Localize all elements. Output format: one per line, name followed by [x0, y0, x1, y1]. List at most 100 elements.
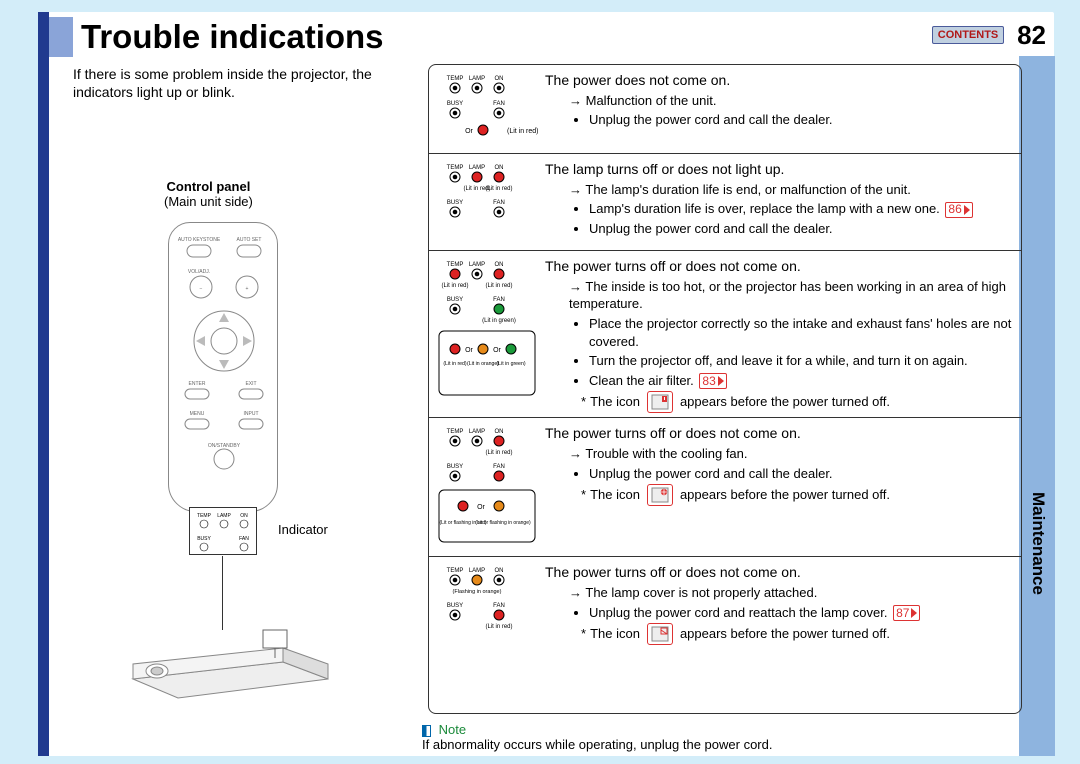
- svg-text:BUSY: BUSY: [447, 603, 463, 609]
- svg-text:VOL/ADJ.: VOL/ADJ.: [188, 269, 210, 275]
- svg-text:EXIT: EXIT: [245, 381, 256, 387]
- indicator-pattern: TEMP LAMP ON (Lit in red) BUSY FAN Or (L…: [433, 422, 541, 552]
- svg-text:(Lit in green): (Lit in green): [496, 361, 525, 367]
- svg-text:FAN: FAN: [493, 101, 505, 107]
- page-number: 82: [1017, 20, 1046, 51]
- trouble-cause: The lamp's duration life is end, or malf…: [545, 181, 1013, 199]
- trouble-action: Place the projector correctly so the int…: [589, 315, 1013, 350]
- svg-text:(Lit in red): (Lit in red): [443, 361, 467, 367]
- svg-text:LAMP: LAMP: [217, 513, 231, 519]
- side-tab-label: Maintenance: [1028, 492, 1048, 595]
- left-stripe: [38, 12, 49, 756]
- svg-text:LAMP: LAMP: [469, 262, 485, 268]
- svg-text:INPUT: INPUT: [244, 411, 259, 417]
- contents-button[interactable]: CONTENTS: [932, 26, 1004, 44]
- trouble-title: The power turns off or does not come on.: [545, 424, 1013, 443]
- svg-text:BUSY: BUSY: [197, 536, 211, 542]
- svg-text:ON: ON: [240, 513, 248, 519]
- svg-text:−: −: [200, 286, 203, 292]
- trouble-action: Unplug the power cord and call the deale…: [589, 220, 1013, 238]
- intro-text: If there is some problem inside the proj…: [73, 66, 403, 101]
- trouble-action: Unplug the power cord and call the deale…: [589, 465, 1013, 483]
- note-marker-icon: [422, 725, 431, 737]
- svg-text:ON/STANDBY: ON/STANDBY: [208, 443, 241, 449]
- svg-text:Or: Or: [465, 347, 473, 354]
- svg-text:ON: ON: [495, 76, 504, 82]
- page-link-83[interactable]: 83: [699, 373, 726, 389]
- trouble-description: The power turns off or does not come on.…: [541, 255, 1013, 413]
- svg-text:ON: ON: [495, 262, 504, 268]
- svg-text:(Flashing in orange): (Flashing in orange): [453, 589, 502, 595]
- indicator-box: TEMP LAMP ON BUSY FAN: [189, 507, 257, 555]
- svg-text:TEMP: TEMP: [447, 165, 464, 171]
- svg-text:FAN: FAN: [493, 200, 505, 206]
- svg-text:ON: ON: [495, 568, 504, 574]
- control-panel-title: Control panel: [164, 179, 253, 194]
- svg-text:MENU: MENU: [190, 411, 205, 417]
- trouble-row: TEMP LAMP ON (Flashing in orange) BUSY F…: [429, 556, 1021, 669]
- title-bar: Trouble indications: [49, 17, 384, 57]
- trouble-action: Lamp's duration life is over, replace th…: [589, 200, 1013, 218]
- svg-text:LAMP: LAMP: [469, 76, 485, 82]
- note-block: Note If abnormality occurs while operati…: [422, 722, 772, 752]
- trouble-row: TEMP LAMP ON (Lit in red) BUSY FAN Or (L…: [429, 417, 1021, 556]
- svg-text:BUSY: BUSY: [447, 464, 463, 470]
- svg-text:(Lit in green): (Lit in green): [482, 318, 516, 324]
- trouble-title: The lamp turns off or does not light up.: [545, 160, 1013, 179]
- trouble-cause: The inside is too hot, or the projector …: [545, 278, 1013, 313]
- svg-text:(Lit in red): (Lit in red): [485, 624, 512, 630]
- trouble-description: The lamp turns off or does not light up.…: [541, 158, 1013, 246]
- svg-text:ON: ON: [495, 165, 504, 171]
- trouble-description: The power does not come on. Malfunction …: [541, 69, 1013, 149]
- svg-text:(Lit in red): (Lit in red): [485, 283, 512, 289]
- projector-diagram: [123, 624, 333, 704]
- icon-note: The icon appears before the power turned…: [545, 484, 1013, 506]
- indicator-callout-line: [222, 556, 223, 630]
- title-accent-block: [49, 17, 73, 57]
- trouble-description: The power turns off or does not come on.…: [541, 561, 1013, 665]
- note-label: Note: [439, 722, 466, 737]
- svg-text:ON: ON: [495, 429, 504, 435]
- svg-text:BUSY: BUSY: [447, 101, 463, 107]
- svg-text:(Lit in red): (Lit in red): [485, 450, 512, 456]
- svg-text:TEMP: TEMP: [447, 429, 464, 435]
- trouble-action: Unplug the power cord and reattach the l…: [589, 604, 1013, 622]
- svg-text:TEMP: TEMP: [447, 262, 464, 268]
- page-link-87[interactable]: 87: [893, 605, 920, 621]
- svg-text:(Lit in red): (Lit in red): [441, 283, 468, 289]
- svg-text:BUSY: BUSY: [447, 200, 463, 206]
- svg-text:Or: Or: [493, 347, 501, 354]
- page-link-86[interactable]: 86: [945, 202, 972, 218]
- svg-text:TEMP: TEMP: [447, 76, 464, 82]
- svg-text:AUTO KEYSTONE: AUTO KEYSTONE: [178, 237, 221, 243]
- cover-warning-icon: [647, 623, 673, 645]
- manual-page: Trouble indications CONTENTS 82 Maintena…: [38, 12, 1054, 756]
- trouble-row: TEMP LAMP ON BUSY FAN Or (Lit in red) Th…: [429, 65, 1021, 153]
- svg-text:LAMP: LAMP: [469, 568, 485, 574]
- indicator-pattern: TEMP LAMP ON BUSY FAN Or (Lit in red): [433, 69, 541, 149]
- note-text: If abnormality occurs while operating, u…: [422, 737, 772, 752]
- trouble-action: Unplug the power cord and call the deale…: [589, 111, 1013, 129]
- svg-text:TEMP: TEMP: [197, 513, 212, 519]
- svg-text:ENTER: ENTER: [189, 381, 206, 387]
- svg-text:LAMP: LAMP: [469, 429, 485, 435]
- trouble-title: The power turns off or does not come on.: [545, 563, 1013, 582]
- side-tab: [1019, 56, 1055, 756]
- svg-text:TEMP: TEMP: [447, 568, 464, 574]
- indicator-pattern: TEMP LAMP ON (Lit in red) (Lit in red) B…: [433, 255, 541, 413]
- temp-warning-icon: [647, 391, 673, 413]
- trouble-title: The power does not come on.: [545, 71, 1013, 90]
- svg-text:FAN: FAN: [239, 536, 249, 542]
- trouble-action: Turn the projector off, and leave it for…: [589, 352, 1013, 370]
- trouble-cause: Malfunction of the unit.: [545, 92, 1013, 110]
- trouble-cause: Trouble with the cooling fan.: [545, 445, 1013, 463]
- fan-warning-icon: [647, 484, 673, 506]
- icon-note: The icon appears before the power turned…: [545, 391, 1013, 413]
- svg-text:FAN: FAN: [493, 464, 505, 470]
- trouble-table: TEMP LAMP ON BUSY FAN Or (Lit in red) Th…: [428, 64, 1022, 714]
- icon-note: The icon appears before the power turned…: [545, 623, 1013, 645]
- svg-text:(Lit in red): (Lit in red): [507, 128, 539, 135]
- svg-text:AUTO SET: AUTO SET: [237, 237, 262, 243]
- control-panel-label: Control panel (Main unit side): [164, 179, 253, 209]
- trouble-row: TEMP LAMP ON (Lit in red) (Lit in red) B…: [429, 153, 1021, 250]
